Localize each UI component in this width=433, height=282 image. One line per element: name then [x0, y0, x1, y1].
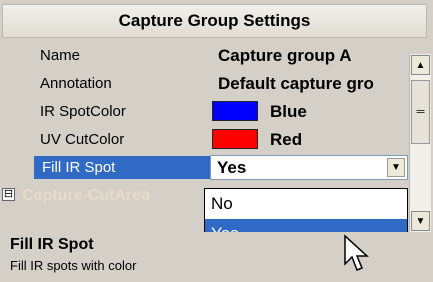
- property-value: Capture group A: [218, 46, 352, 65]
- category-label: Capture-CutArea: [22, 187, 151, 204]
- property-value: Default capture gro: [218, 74, 374, 93]
- scroll-thumb[interactable]: ═: [411, 80, 430, 144]
- description-text: Fill IR spots with color: [10, 258, 137, 273]
- property-row-ir-spotcolor[interactable]: IR SpotColor Blue: [0, 98, 410, 125]
- color-swatch: [212, 101, 258, 121]
- property-value: Blue: [270, 102, 307, 121]
- collapse-icon[interactable]: ⊟: [2, 188, 15, 201]
- dropdown-arrow-icon[interactable]: ▼: [387, 158, 405, 177]
- property-value: Red: [270, 130, 303, 149]
- vertical-scrollbar[interactable]: ▲ ═ ▼: [409, 54, 431, 234]
- fill-ir-spot-combobox[interactable]: Yes ▼: [210, 155, 408, 180]
- property-label: UV CutColor: [40, 131, 125, 148]
- color-swatch: [212, 129, 258, 149]
- property-label: Name: [40, 47, 81, 64]
- combobox-value: Yes: [217, 158, 247, 177]
- property-row-annotation[interactable]: Annotation Default capture gro: [0, 70, 410, 97]
- scroll-up-button[interactable]: ▲: [411, 55, 430, 75]
- panel-title: Capture Group Settings: [2, 4, 427, 38]
- property-label: IR SpotColor: [40, 103, 126, 120]
- property-row-fill-ir-spot[interactable]: Fill IR Spot Yes ▼: [0, 154, 410, 181]
- property-label: Annotation: [40, 75, 112, 92]
- property-row-name[interactable]: Name Capture group A: [0, 42, 410, 69]
- description-title: Fill IR Spot: [10, 236, 94, 253]
- property-label: Fill IR Spot: [34, 156, 216, 179]
- scroll-down-button[interactable]: ▼: [411, 211, 430, 231]
- dropdown-option-no[interactable]: No: [205, 189, 407, 219]
- mouse-cursor-icon: [344, 234, 369, 271]
- property-row-uv-cutcolor[interactable]: UV CutColor Red: [0, 126, 410, 153]
- property-panel: Capture Group Settings Name Capture grou…: [0, 0, 433, 282]
